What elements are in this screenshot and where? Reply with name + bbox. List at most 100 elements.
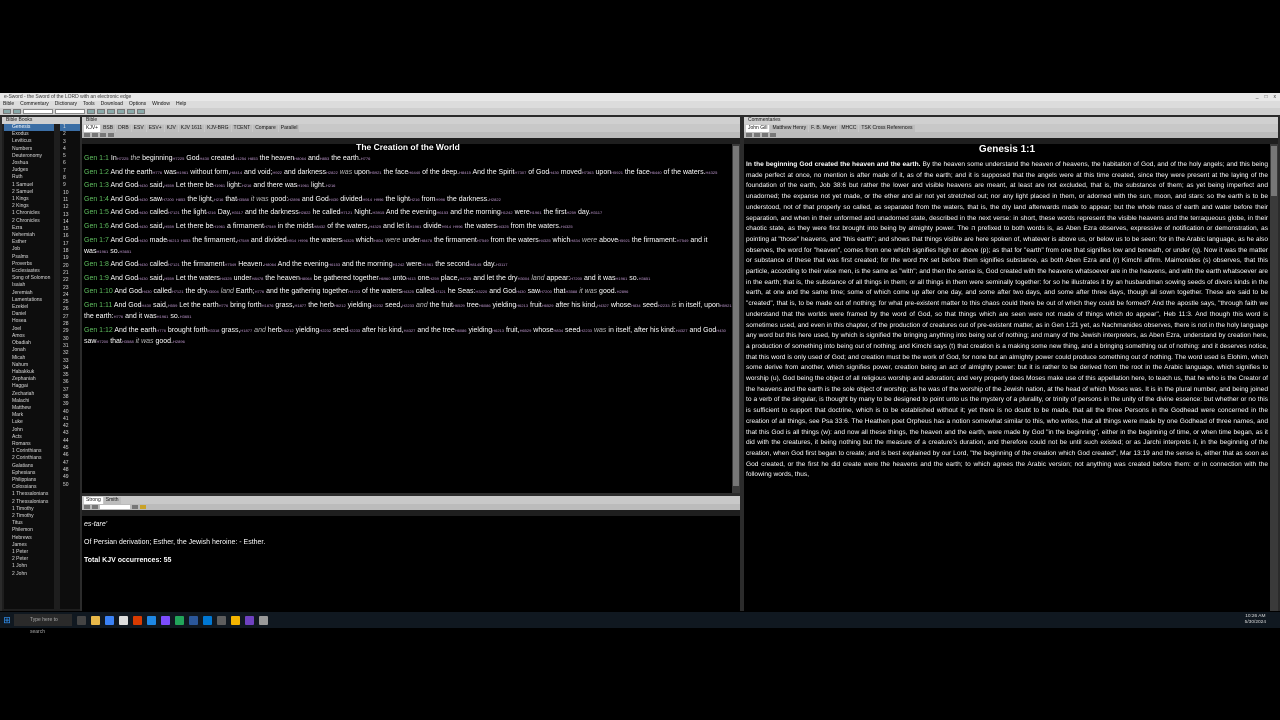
chapter-item[interactable]: 29 (60, 328, 80, 335)
verse-ref[interactable]: Gen 1:4 (84, 196, 109, 203)
chapter-item[interactable]: 14 (60, 219, 80, 226)
app-icon[interactable] (245, 615, 254, 625)
chapter-item[interactable]: 21 (60, 270, 80, 277)
tab-commentary[interactable]: MHCC (839, 125, 859, 132)
book-item[interactable]: Proverbs (4, 261, 54, 268)
strong-number[interactable]: H8064 (294, 156, 306, 161)
chapter-item[interactable]: 9 (60, 182, 80, 189)
book-item[interactable]: James (4, 542, 54, 549)
strong-number[interactable]: H922 (272, 170, 282, 175)
strong-number[interactable]: H3588 (237, 197, 249, 202)
strong-number[interactable]: H7549 (477, 238, 489, 243)
strong-number[interactable]: H559 (164, 276, 174, 281)
terminal-icon[interactable] (217, 615, 226, 625)
strong-number[interactable]: H8064 (300, 276, 312, 281)
chapter-item[interactable]: 42 (60, 423, 80, 430)
book-item[interactable]: Hebrews (4, 535, 54, 542)
strong-number[interactable]: H2896 (173, 339, 185, 344)
tab-bible-version[interactable]: DRB (116, 125, 131, 132)
strong-number[interactable]: H1961 (96, 249, 108, 254)
chapter-item[interactable]: 48 (60, 467, 80, 474)
strong-number[interactable]: H7121 (168, 262, 180, 267)
chapter-item[interactable]: 30 (60, 336, 80, 343)
book-item[interactable]: 1 Kings (4, 196, 54, 203)
comm-search-icon[interactable] (762, 133, 768, 137)
strong-number[interactable]: H776 (361, 156, 371, 161)
strong-number[interactable]: H3588 (565, 289, 577, 294)
vscode-icon[interactable] (203, 615, 212, 625)
book-item[interactable]: 2 Chronicles (4, 218, 54, 225)
strong-number[interactable]: H996 (436, 197, 446, 202)
chapter-item[interactable]: 4 (60, 146, 80, 153)
strong-number[interactable]: H6440 (408, 170, 420, 175)
bible-scroll-thumb[interactable] (733, 146, 739, 486)
book-item[interactable]: Zephaniah (4, 376, 54, 383)
book-item[interactable]: Romans (4, 441, 54, 448)
strong-number[interactable]: H1961 (297, 183, 309, 188)
strong-number[interactable]: H8415 (459, 170, 471, 175)
book-item[interactable]: Matthew (4, 405, 54, 412)
verse-ref[interactable]: Gen 1:2 (84, 169, 109, 176)
strong-number[interactable]: H853 (320, 156, 330, 161)
bible-search-icon[interactable] (100, 133, 106, 137)
book-item[interactable]: 2 John (4, 571, 54, 578)
strong-number[interactable]: H914 (287, 238, 297, 243)
verse-ref[interactable]: Gen 1:9 (84, 275, 109, 282)
dict-entry-select[interactable] (100, 505, 130, 509)
strong-number[interactable]: H5921 (720, 303, 732, 308)
strong-number[interactable]: H2232 (319, 328, 331, 333)
chapter-list[interactable]: 1 2 3 4 5 6 7 8 9 10 11 12 13 14 15 16 17 18 19 20 21 22 23 24 2… (60, 124, 80, 609)
comm-copy-icon[interactable] (746, 133, 752, 137)
strong-number[interactable]: H4325 (497, 224, 509, 229)
book-item[interactable]: Job (4, 246, 54, 253)
tab-bible-version[interactable]: BSB (101, 125, 116, 132)
book-item[interactable]: Genesis (4, 124, 54, 132)
chapter-item[interactable]: 23 (60, 285, 80, 292)
strong-number[interactable]: H776 (114, 314, 124, 319)
strong-number[interactable]: H776 (219, 303, 229, 308)
strong-number[interactable]: H6153 (436, 210, 448, 215)
tab-bible-version[interactable]: ESV+ (146, 125, 164, 132)
strong-number[interactable]: H1961 (410, 224, 422, 229)
strong-number[interactable]: H6153 (328, 262, 340, 267)
edge-icon[interactable] (105, 615, 114, 625)
book-item[interactable]: 1 Peter (4, 549, 54, 556)
strong-number[interactable]: H7225 (173, 156, 185, 161)
chapter-item[interactable]: 36 (60, 379, 80, 386)
comm-print-icon[interactable] (754, 133, 760, 137)
chapter-item[interactable]: 15 (60, 226, 80, 233)
forward-icon[interactable] (13, 109, 21, 114)
search-icon[interactable] (107, 109, 115, 114)
strong-number[interactable]: H1254 (234, 156, 246, 161)
strong-number[interactable]: H5921 (370, 170, 382, 175)
strong-number[interactable]: H6086 (479, 303, 491, 308)
book-item[interactable]: 1 Timothy (4, 506, 54, 513)
book-item[interactable]: Ezekiel (4, 304, 54, 311)
chapter-item[interactable]: 43 (60, 430, 80, 437)
strong-number[interactable]: H430 (138, 238, 148, 243)
strong-number[interactable]: H834 (554, 328, 564, 333)
book-item[interactable]: Zechariah (4, 391, 54, 398)
strong-number[interactable]: H7200 (162, 197, 174, 202)
verse-ref[interactable]: Gen 1:8 (84, 261, 109, 268)
strong-number[interactable]: H3651 (120, 249, 132, 254)
verse-ref[interactable]: Gen 1:7 (84, 237, 109, 244)
chapter-item[interactable]: 7 (60, 168, 80, 175)
strong-number[interactable]: H430 (141, 303, 151, 308)
strong-number[interactable]: H5921 (611, 170, 623, 175)
strong-number[interactable]: H8414 (230, 170, 242, 175)
chapter-item[interactable]: 17 (60, 241, 80, 248)
book-item[interactable]: 1 John (4, 563, 54, 570)
chapter-item[interactable]: 27 (60, 314, 80, 321)
strong-number[interactable]: H776 (153, 170, 163, 175)
book-item[interactable]: Leviticus (4, 138, 54, 145)
strong-number[interactable]: H216 (242, 183, 252, 188)
book-item[interactable]: 1 Corinthians (4, 448, 54, 455)
strong-number[interactable]: H4725 (459, 276, 471, 281)
strong-number[interactable]: H1961 (213, 224, 225, 229)
chapter-item[interactable]: 24 (60, 292, 80, 299)
chapter-item[interactable]: 11 (60, 197, 80, 204)
strong-number[interactable]: H6212 (282, 328, 294, 333)
menu-help[interactable]: Help (176, 101, 186, 108)
strong-number[interactable]: H6529 (542, 303, 554, 308)
